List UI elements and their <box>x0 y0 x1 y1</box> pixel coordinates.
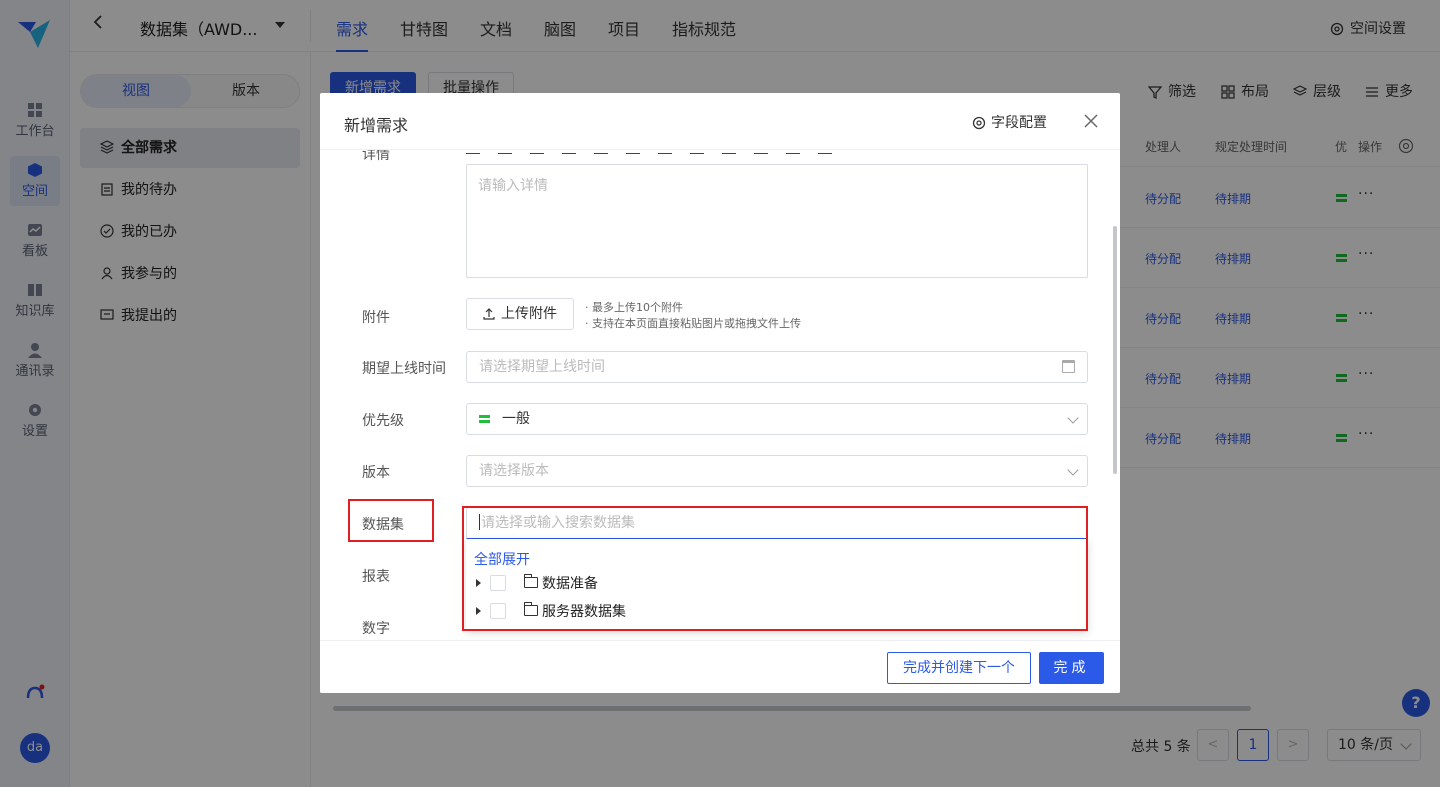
bullet-list-icon[interactable] <box>658 150 672 154</box>
italic-icon[interactable] <box>498 150 512 154</box>
priority-normal-icon <box>479 415 490 423</box>
version-placeholder: 请选择版本 <box>479 463 549 479</box>
outdent-icon[interactable] <box>722 150 736 154</box>
underline-icon[interactable] <box>530 150 544 154</box>
upload-tip: · 支持在本页面直接粘贴图片或拖拽文件上传 <box>585 317 801 330</box>
align-icon[interactable] <box>594 150 608 154</box>
expected-time-picker[interactable]: 请选择期望上线时间 <box>466 351 1088 383</box>
report-label: 报表 <box>362 569 390 585</box>
gear-icon <box>972 116 986 130</box>
new-requirement-modal: 新增需求 字段配置 详情 请输入详情 附件 上传附件 · 最多上传10个附件 ·… <box>320 93 1120 693</box>
modal-title: 新增需求 <box>344 116 409 135</box>
upload-attachment-button[interactable]: 上传附件 <box>466 298 574 330</box>
version-label: 版本 <box>362 465 390 481</box>
detail-editor[interactable]: 请输入详情 <box>466 164 1088 278</box>
detail-label: 详情 <box>362 150 390 163</box>
modal-footer: 完成并创建下一个 完成 <box>320 640 1120 693</box>
done-button[interactable]: 完成 <box>1039 652 1104 684</box>
close-glyph <box>1084 114 1098 128</box>
calendar-icon <box>1062 360 1075 373</box>
priority-label: 优先级 <box>362 413 404 429</box>
expected-time-label: 期望上线时间 <box>362 361 446 377</box>
link-icon[interactable] <box>818 150 832 154</box>
number-label: 数字 <box>362 621 390 637</box>
expected-time-placeholder: 请选择期望上线时间 <box>479 359 605 375</box>
field-config-label: 字段配置 <box>991 115 1047 131</box>
image-icon[interactable] <box>786 150 800 154</box>
highlight-box <box>348 499 434 542</box>
upload-tip: · 最多上传10个附件 <box>585 301 683 314</box>
upload-label: 上传附件 <box>501 306 557 322</box>
chevron-down-icon <box>1067 464 1079 476</box>
modal-header: 新增需求 字段配置 <box>320 93 1120 150</box>
close-icon[interactable] <box>1084 111 1098 131</box>
upload-icon <box>483 308 495 320</box>
rich-text-toolbar[interactable] <box>466 150 1088 164</box>
detail-placeholder: 请输入详情 <box>478 178 548 194</box>
vertical-scrollbar[interactable] <box>1113 226 1117 474</box>
chevron-down-icon <box>1067 412 1079 424</box>
font-color-icon[interactable] <box>562 150 576 154</box>
priority-value: 一般 <box>502 411 530 427</box>
ordered-list-icon[interactable] <box>626 150 640 154</box>
table-icon[interactable] <box>754 150 768 154</box>
bold-icon[interactable] <box>466 150 480 154</box>
priority-select[interactable]: 一般 <box>466 403 1088 435</box>
highlight-box <box>462 506 1088 631</box>
indent-icon[interactable] <box>690 150 704 154</box>
create-next-button[interactable]: 完成并创建下一个 <box>887 652 1031 684</box>
attachment-label: 附件 <box>362 310 390 326</box>
version-select[interactable]: 请选择版本 <box>466 455 1088 487</box>
field-config-button[interactable]: 字段配置 <box>972 112 1047 132</box>
